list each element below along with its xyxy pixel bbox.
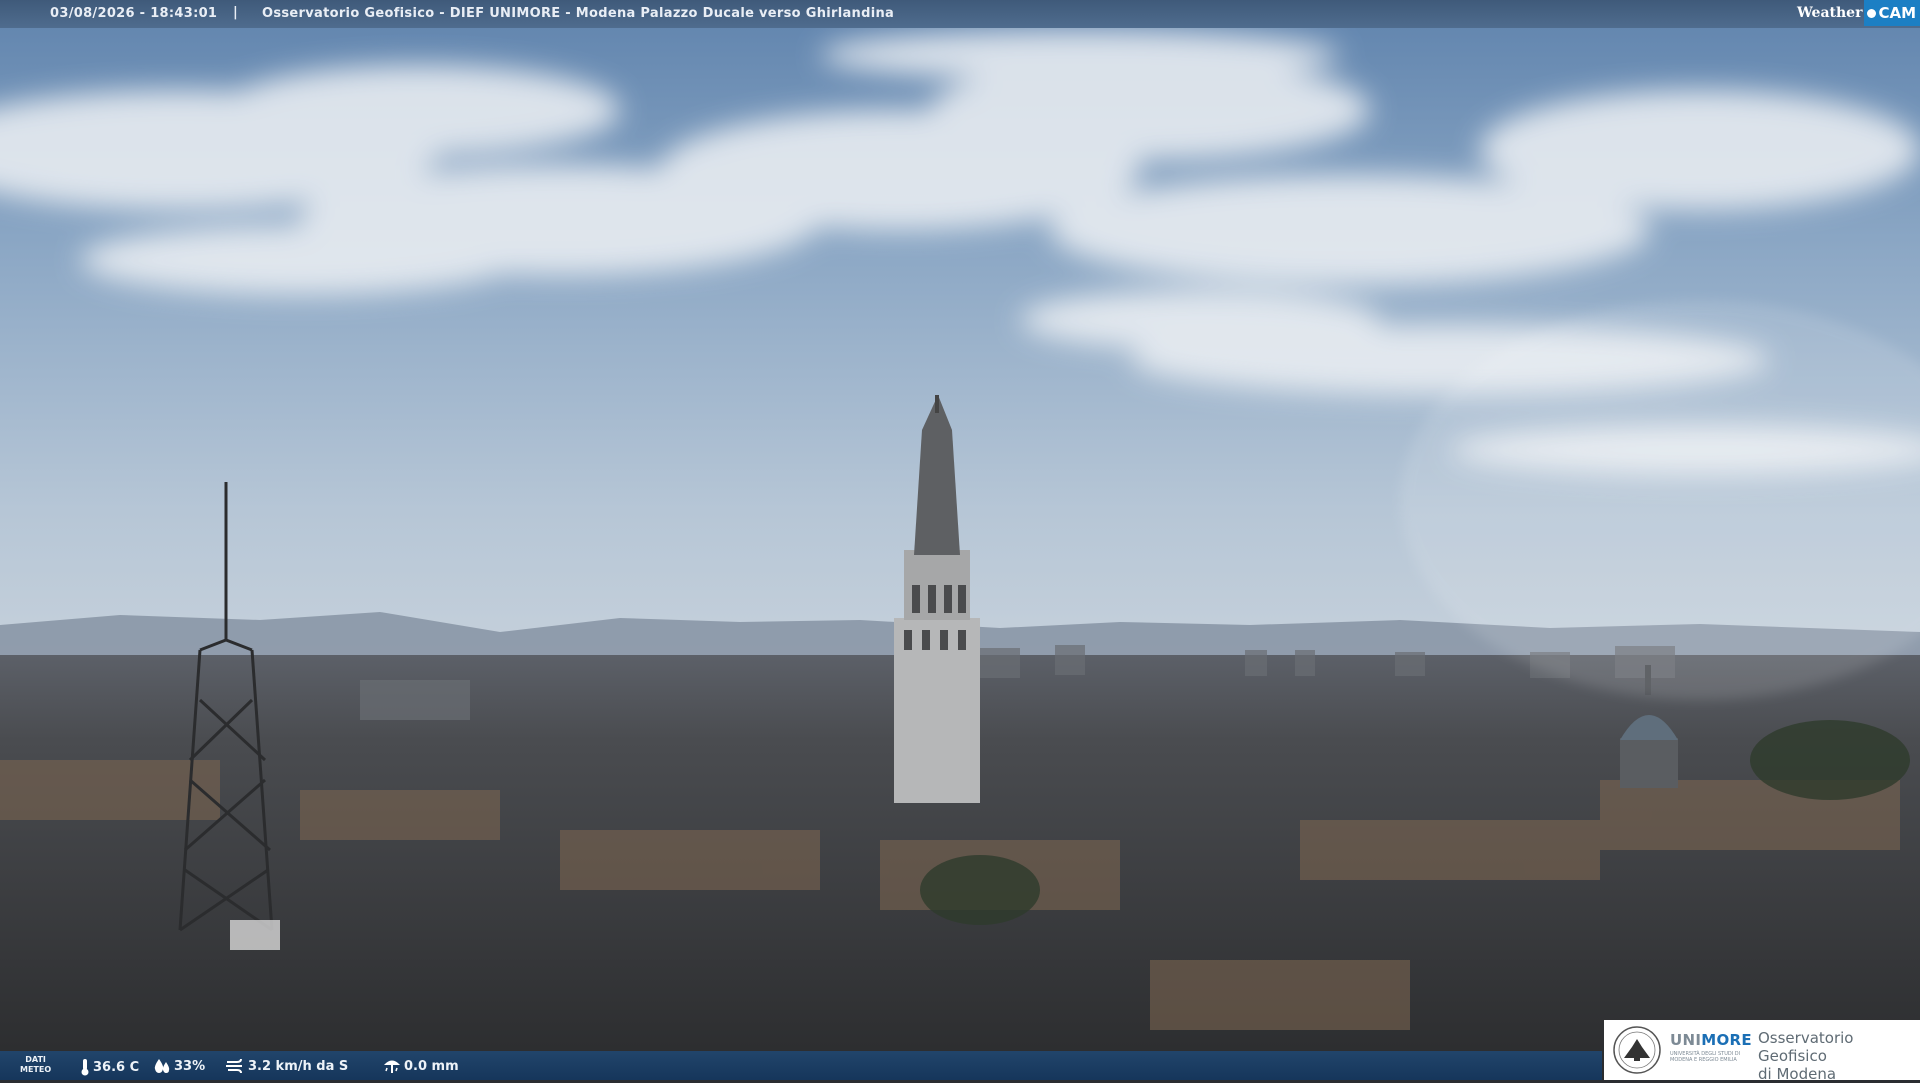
temperature-value: 36.6 C bbox=[93, 1059, 140, 1075]
university-name: UNIVERSITÀ DEGLI STUDI DI MODENA E REGGI… bbox=[1670, 1051, 1741, 1063]
unimore-more: MORE bbox=[1701, 1031, 1752, 1049]
rain-gauge-icon bbox=[384, 1060, 400, 1073]
rain-reading: 0.0 mm bbox=[383, 1058, 459, 1074]
temperature-reading: 36.6 C bbox=[80, 1058, 139, 1076]
weather-data-bar: DATI METEO 36.6 C 33% 3.2 km/h da S 0.0 … bbox=[0, 1051, 1602, 1080]
humidity-reading: 33% bbox=[153, 1058, 205, 1074]
unimore-uni: UNI bbox=[1670, 1031, 1702, 1049]
wind-icon bbox=[226, 1058, 242, 1074]
wind-reading: 3.2 km/h da S bbox=[225, 1058, 348, 1074]
header-separator: | bbox=[233, 5, 238, 20]
header-bar: 03/08/2026 - 18:43:01 | Osservatorio Geo… bbox=[0, 0, 1920, 28]
weathercam-cam: CAM bbox=[1878, 4, 1916, 22]
thermometer-icon bbox=[81, 1059, 89, 1076]
observatory-line1: Osservatorio Geofisico bbox=[1758, 1029, 1854, 1065]
camera-title: Osservatorio Geofisico - DIEF UNIMORE - … bbox=[262, 6, 895, 21]
webcam-view bbox=[0, 0, 1920, 1080]
weather-data-label: DATI METEO bbox=[20, 1055, 51, 1075]
observatory-name: Osservatorio Geofisico di Modena bbox=[1758, 1029, 1920, 1083]
drops-icon bbox=[154, 1059, 170, 1073]
antenna-box bbox=[230, 920, 280, 950]
weathercam-badge: CAM bbox=[1864, 0, 1920, 26]
rain-value: 0.0 mm bbox=[404, 1058, 459, 1074]
humidity-value: 33% bbox=[174, 1058, 206, 1074]
observatory-line2: di Modena bbox=[1758, 1065, 1837, 1083]
weather-data-label-line1: DATI bbox=[25, 1055, 46, 1064]
weathercam-logo: Weather CAM bbox=[1797, 0, 1920, 26]
unimore-wordmark: UNIMORE bbox=[1670, 1031, 1752, 1049]
camera-dot-icon bbox=[1867, 8, 1877, 18]
weather-data-label-line2: METEO bbox=[20, 1065, 52, 1074]
timestamp: 03/08/2026 - 18:43:01 bbox=[50, 6, 218, 21]
wind-value: 3.2 km/h da S bbox=[248, 1058, 349, 1074]
unimore-logo: UNIMORE UNIVERSITÀ DEGLI STUDI DI MODENA… bbox=[1604, 1020, 1920, 1083]
university-seal-icon bbox=[1613, 1026, 1661, 1074]
weathercam-word: Weather bbox=[1796, 5, 1863, 21]
